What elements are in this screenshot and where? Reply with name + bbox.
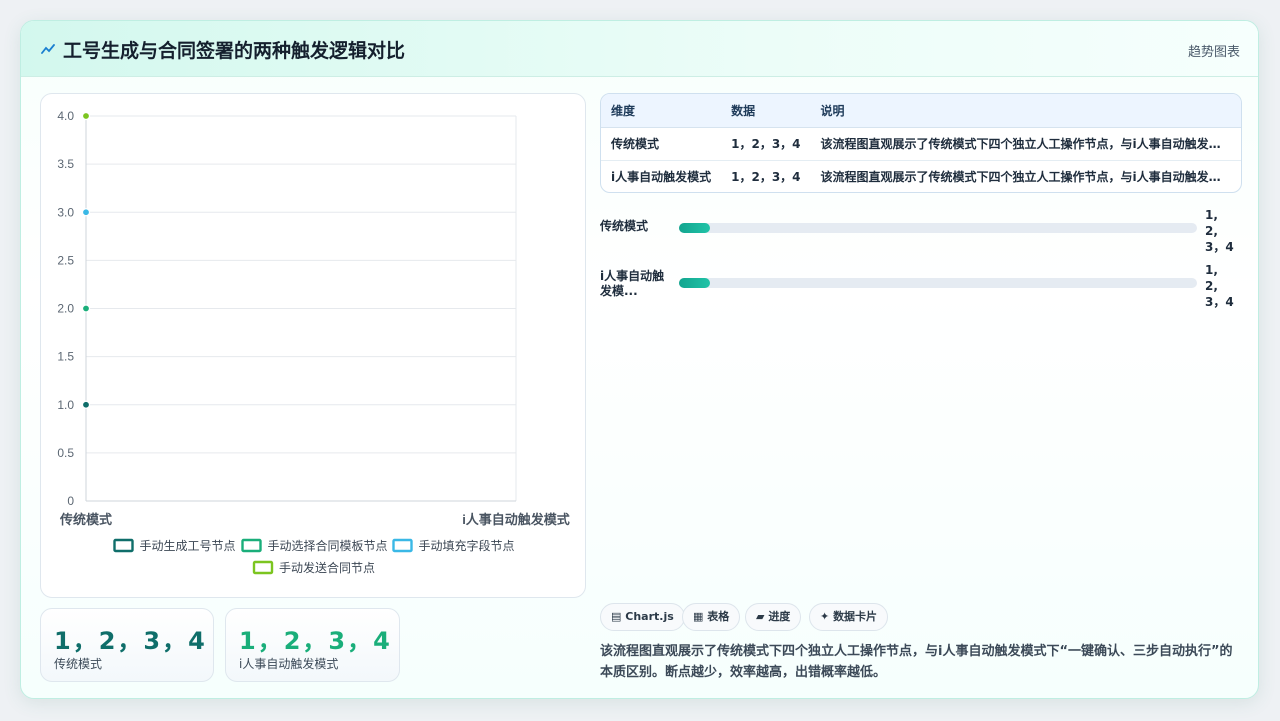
progress-label: 传统模式 bbox=[600, 219, 649, 233]
data-point bbox=[81, 111, 91, 121]
chart-type-tag: 趋势图表 bbox=[1187, 45, 1240, 60]
progress-row-auto: i人事自动触 发模... 1, 2, 3，4 bbox=[600, 262, 1245, 310]
trend-line-icon bbox=[41, 44, 55, 54]
table-cell: 1，2，3，4 bbox=[731, 170, 801, 185]
data-point bbox=[81, 208, 91, 217]
chip-label: 数据卡片 bbox=[833, 610, 878, 623]
progress-value: 1, 2, 3，4 bbox=[1205, 207, 1245, 255]
y-tick-label: 2.5 bbox=[57, 253, 74, 267]
table-cell: 1，2，3，4 bbox=[721, 127, 811, 161]
chip-table[interactable]: ▦ 表格 bbox=[682, 603, 741, 631]
progress-value-line: 3，4 bbox=[1205, 240, 1234, 254]
chip-chartjs[interactable]: ▤ Chart.js bbox=[600, 603, 685, 631]
y-tick-label: 4.0 bbox=[57, 109, 74, 123]
progress-icon: ▰ bbox=[756, 610, 765, 623]
table-cell: 该流程图直观展示了传统模式下四个独立人工操作节点，与i人事自动触发模... bbox=[810, 127, 1241, 161]
progress-track bbox=[679, 278, 1197, 288]
progress-fill bbox=[679, 223, 711, 233]
y-tick-label: 0.5 bbox=[57, 446, 74, 460]
legend-label: 手动选择合同模板节点 bbox=[268, 538, 388, 553]
table-row: i人事自动触发模式 1，2，3，4 该流程图直观展示了传统模式下四个独立人工操作… bbox=[601, 160, 1241, 192]
y-tick-label: 1.0 bbox=[57, 398, 74, 412]
progress-value-line: 2, bbox=[1205, 279, 1218, 293]
sparkle-icon: ✦ bbox=[820, 610, 830, 623]
legend-label: 手动生成工号节点 bbox=[140, 539, 236, 553]
stat-value: 1，2，3，4 bbox=[54, 627, 207, 655]
column-header: 数据 bbox=[721, 94, 811, 128]
progress-value-line: 2, bbox=[1205, 224, 1218, 238]
table-header-row: 维度 数据 说明 bbox=[601, 94, 1241, 128]
y-tick-label: 3.0 bbox=[57, 205, 74, 219]
progress-label-line: i人事自动触 bbox=[600, 269, 665, 283]
data-point bbox=[81, 304, 91, 313]
table-cell: i人事自动触发模式 bbox=[611, 170, 712, 185]
x-tick-label: 传统模式 bbox=[59, 512, 112, 527]
table-cell: 传统模式 bbox=[601, 127, 722, 161]
stat-card-auto: 1，2，3，4 i人事自动触发模式 bbox=[225, 608, 400, 682]
legend-label: 手动填充字段节点 bbox=[419, 538, 515, 553]
legend-swatch bbox=[241, 538, 262, 553]
stat-label: 传统模式 bbox=[54, 657, 103, 671]
legend-label: 手动发送合同节点 bbox=[279, 560, 375, 575]
progress-fill bbox=[679, 278, 711, 288]
legend-swatch bbox=[252, 560, 274, 575]
progress-label-line: 发模... bbox=[600, 284, 638, 298]
x-tick-label: i人事自动触发模式 bbox=[462, 512, 570, 527]
chip-label: Chart.js bbox=[625, 610, 674, 623]
stat-value: 1，2，3，4 bbox=[239, 627, 392, 655]
chip-data-card[interactable]: ✦ 数据卡片 bbox=[809, 603, 889, 631]
progress-label: i人事自动触 发模... bbox=[600, 269, 672, 299]
y-tick-label: 0 bbox=[67, 494, 74, 508]
legend-swatch bbox=[392, 538, 413, 553]
table-icon: ▦ bbox=[693, 610, 704, 623]
progress-track bbox=[679, 223, 1197, 233]
progress-value-line: 3，4 bbox=[1205, 295, 1234, 309]
header-bar: 工号生成与合同签署的两种触发逻辑对比 趋势图表 bbox=[21, 21, 1258, 77]
table-row: 传统模式 1，2，3，4 该流程图直观展示了传统模式下四个独立人工操作节点，与i… bbox=[601, 127, 1241, 161]
chart-icon: ▤ bbox=[611, 610, 622, 623]
progress-value-line: 1, bbox=[1205, 263, 1218, 277]
column-header: 说明 bbox=[810, 94, 1241, 128]
legend-swatch bbox=[113, 538, 134, 553]
data-point bbox=[81, 400, 91, 409]
progress-row-traditional: 传统模式 1, 2, 3，4 bbox=[600, 207, 1245, 255]
data-table: 维度 数据 说明 传统模式 1，2，3，4 该流程图直观展示了传统模式下四个独立… bbox=[600, 93, 1242, 193]
stat-label: i人事自动触发模式 bbox=[239, 657, 339, 671]
progress-value-line: 1, bbox=[1205, 208, 1218, 222]
chip-progress[interactable]: ▰ 进度 bbox=[745, 603, 802, 631]
progress-value: 1, 2, 3，4 bbox=[1205, 262, 1245, 310]
stat-card-traditional: 1，2，3，4 传统模式 bbox=[40, 608, 214, 682]
description-text: 该流程图直观展示了传统模式下四个独立人工操作节点，与i人事自动触发模式下“一键确… bbox=[600, 644, 1233, 680]
chip-label: 进度 bbox=[768, 610, 791, 623]
dashboard-card: 工号生成与合同签署的两种触发逻辑对比 趋势图表 0 0.5 1.0 1.5 2.0 2.5… bbox=[20, 20, 1259, 699]
y-tick-label: 3.5 bbox=[57, 157, 74, 171]
table-cell: 该流程图直观展示了传统模式下四个独立人工操作节点，与i人事自动触发模... bbox=[820, 170, 1235, 185]
column-header: 维度 bbox=[601, 94, 722, 128]
page-title: 工号生成与合同签署的两种触发逻辑对比 bbox=[63, 40, 406, 62]
y-tick-label: 2.0 bbox=[57, 302, 74, 316]
scatter-chart: 0 0.5 1.0 1.5 2.0 2.5 3.0 3.5 4.0 传统模式 i人事自动触发模式手动… bbox=[57, 109, 570, 575]
chip-label: 表格 bbox=[707, 610, 730, 623]
y-tick-label: 1.5 bbox=[57, 350, 74, 364]
chart-panel: 0 0.5 1.0 1.5 2.0 2.5 3.0 3.5 4.0 传统模式 i人事自动触发模式手动… bbox=[40, 93, 586, 598]
